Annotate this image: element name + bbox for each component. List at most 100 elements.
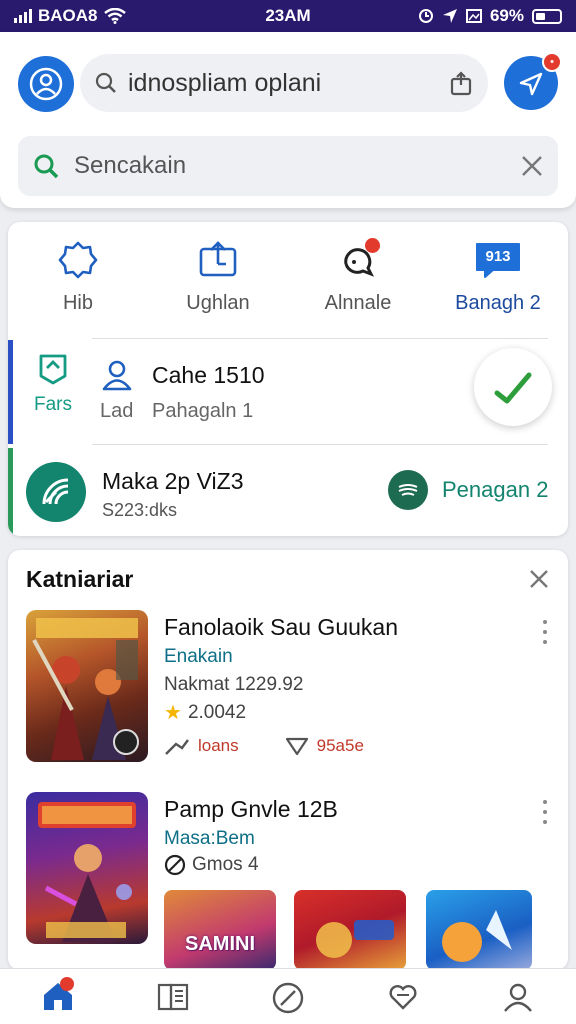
penagan-label: Penagan 2 xyxy=(442,477,549,502)
signal-icon xyxy=(14,9,32,23)
mini-app-label: SAMINI xyxy=(185,933,255,955)
app-list-item[interactable]: Fanolaoik Sau Guukan Enakain Nakmat 1229… xyxy=(8,608,568,768)
divider xyxy=(92,444,548,445)
user-icon xyxy=(29,67,63,101)
quick-action-label: Banagh 2 xyxy=(455,291,541,314)
loans-action[interactable]: loans xyxy=(164,736,239,756)
quick-action-label: Alnnale xyxy=(324,291,392,314)
mini-app-thumbnail[interactable] xyxy=(294,890,406,970)
quick-action-banagh[interactable]: 913 Banagh 2 xyxy=(428,222,568,332)
upload-board-icon xyxy=(199,240,237,276)
size-action[interactable]: 95a5e xyxy=(285,736,364,756)
side-tab-label: Fars xyxy=(34,394,72,415)
slash-circle-icon xyxy=(272,982,304,1014)
app-thumbnail xyxy=(26,610,148,762)
quick-action-hib[interactable]: Hib xyxy=(8,222,148,332)
headset-chat-icon xyxy=(338,237,380,280)
quick-action-ughlan[interactable]: Ughlan xyxy=(148,222,288,332)
top-search-text: idnospliam oplani xyxy=(128,68,322,97)
close-icon[interactable] xyxy=(520,154,544,178)
status-left: BAOA8 xyxy=(14,6,204,26)
search-icon xyxy=(95,72,116,93)
check-icon xyxy=(494,372,532,404)
app-developer: Masa:Bem xyxy=(164,828,255,849)
bottom-navigation xyxy=(0,968,576,1024)
cache-title: Cahe 1510 xyxy=(152,362,265,388)
mini-app-thumbnail[interactable]: SAMINI xyxy=(164,890,276,970)
clock: 23AM xyxy=(265,6,311,25)
app-meta: Nakmat 1229.92 xyxy=(164,674,304,695)
close-button[interactable] xyxy=(524,564,554,594)
status-bar: BAOA8 23AM 69% xyxy=(0,0,576,32)
battery-percent: 69% xyxy=(489,6,524,25)
nav-library[interactable] xyxy=(115,969,230,1024)
nav-favorites[interactable] xyxy=(346,969,461,1024)
app-meta-row: Gmos 4 xyxy=(164,854,259,876)
quick-actions-card: Hib Ughlan Alnnale 913 Banagh 2 Fars Cah… xyxy=(8,222,568,536)
more-options-icon[interactable] xyxy=(538,800,552,824)
active-indicator xyxy=(8,340,13,444)
quick-actions-row: Hib Ughlan Alnnale 913 Banagh 2 xyxy=(8,222,568,332)
heart-chat-icon xyxy=(389,985,417,1010)
map-row-icon-button[interactable] xyxy=(26,462,86,522)
alert-badge xyxy=(365,237,380,253)
wifi-icon xyxy=(103,8,126,24)
location-icon xyxy=(442,9,457,23)
category-title: Katniariar xyxy=(26,566,134,592)
bubble-count: 913 xyxy=(485,248,511,265)
nav-home[interactable] xyxy=(0,969,115,1024)
more-options-icon[interactable] xyxy=(538,620,552,644)
share-icon[interactable] xyxy=(448,70,474,96)
app-header: idnospliam oplani • Sencakain xyxy=(0,32,576,208)
map-row-subtitle: S223:dks xyxy=(102,500,178,520)
top-search-bar[interactable]: idnospliam oplani xyxy=(80,54,488,112)
image-icon xyxy=(465,9,482,23)
mini-app-thumbnail[interactable] xyxy=(426,890,532,970)
cache-sub-right: Pahagaln 1 xyxy=(152,400,254,422)
profile-avatar-button[interactable] xyxy=(18,56,74,112)
compose-button[interactable]: • xyxy=(504,52,562,110)
book-icon xyxy=(157,983,188,1011)
chat-bubble-icon: 913 xyxy=(473,240,523,280)
cache-sub-left: Lad xyxy=(100,400,134,422)
close-icon xyxy=(530,570,548,588)
quick-action-label: Ughlan xyxy=(186,291,250,314)
share-arrow-icon xyxy=(165,739,189,755)
search-icon xyxy=(34,154,59,179)
loans-label: loans xyxy=(198,736,239,755)
rating-value: 2.0042 xyxy=(187,701,247,723)
shield-icon xyxy=(285,737,308,756)
controller-icon xyxy=(164,854,186,876)
nav-profile[interactable] xyxy=(461,969,576,1024)
map-row-title: Maka 2p ViZ3 xyxy=(102,468,244,494)
size-label: 95a5e xyxy=(316,736,364,755)
send-icon xyxy=(519,72,543,96)
person-icon xyxy=(102,360,132,391)
signal-arc-icon xyxy=(42,478,69,505)
penagan-button[interactable]: Penagan 2 xyxy=(388,470,548,510)
battery-icon xyxy=(532,8,562,24)
search-input[interactable]: Sencakain xyxy=(18,136,558,196)
nav-badge xyxy=(60,977,74,991)
quick-action-alnnale[interactable]: Alnnale xyxy=(288,222,428,332)
star-icon: ★ xyxy=(164,702,182,724)
gear-badge-icon xyxy=(58,241,98,278)
alarm-icon xyxy=(418,9,433,23)
profile-icon xyxy=(504,983,533,1012)
active-indicator xyxy=(8,448,13,536)
globe-icon xyxy=(388,470,428,510)
nav-blocked[interactable] xyxy=(230,969,345,1024)
app-rating: ★ 2.0042 xyxy=(164,700,246,725)
notification-badge: • xyxy=(542,52,562,72)
search-placeholder: Sencakain xyxy=(74,152,187,179)
side-tab-fars[interactable]: Fars xyxy=(20,352,86,416)
map-pin-icon xyxy=(39,354,67,385)
app-name: Fanolaoik Sau Guukan xyxy=(164,614,398,640)
status-right: 69% xyxy=(372,6,562,26)
app-actions: loans 95a5e xyxy=(164,736,364,756)
category-card: Katniariar Fanolaoik Sau Guukan Enakain … xyxy=(8,550,568,970)
app-thumbnail xyxy=(26,792,148,944)
app-name: Pamp Gnvle 12B xyxy=(164,796,338,822)
app-meta: Gmos 4 xyxy=(192,854,259,875)
confirm-button[interactable] xyxy=(474,348,552,426)
